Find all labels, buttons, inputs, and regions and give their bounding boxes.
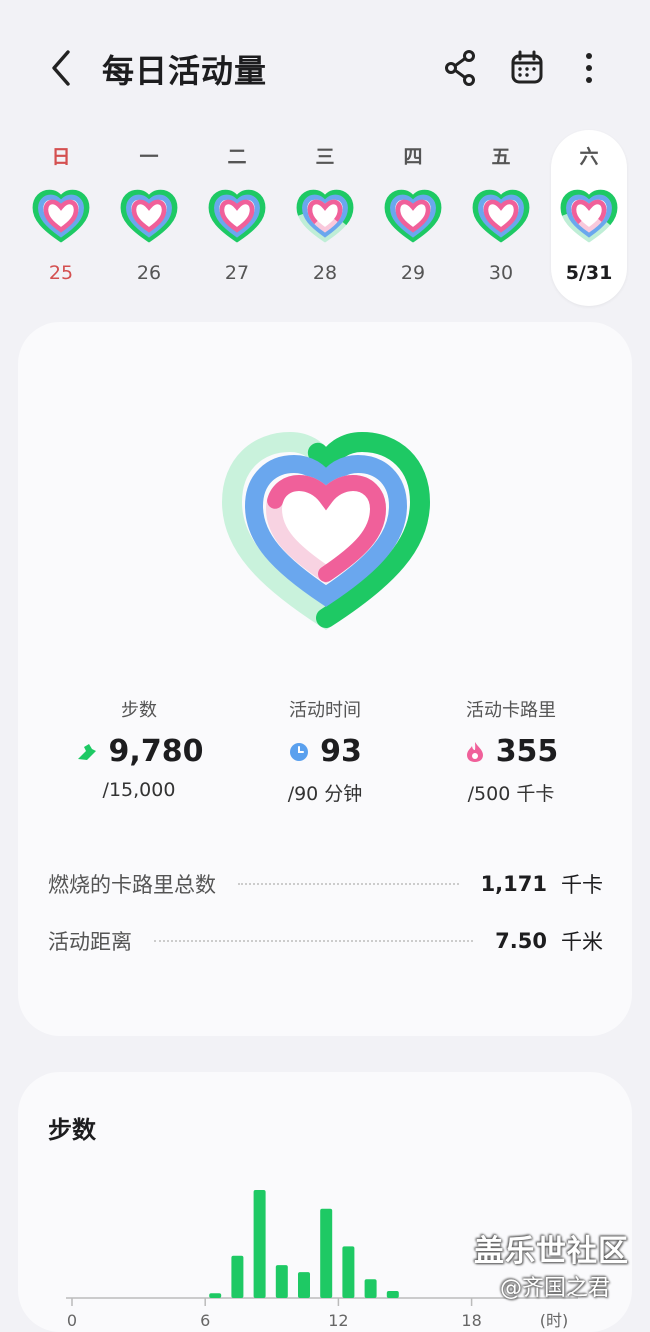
chart-bar — [386, 1290, 399, 1298]
chart-tick-label: 6 — [200, 1311, 210, 1330]
chart-tick-label: 0 — [67, 1311, 77, 1330]
activity-heart-icon — [118, 188, 180, 246]
calendar-icon[interactable] — [509, 48, 545, 88]
active-distance-label: 活动距离 — [48, 930, 132, 954]
day-thu[interactable]: 四 29 — [375, 130, 451, 306]
chart-bar — [320, 1208, 333, 1298]
chart-bar — [342, 1246, 355, 1298]
day-sun[interactable]: 日 25 — [23, 130, 99, 306]
steps-stat[interactable]: 步数 9,780 /15,000 — [39, 696, 239, 801]
day-date: 25 — [48, 262, 74, 284]
active-calories-label: 活动卡路里 — [466, 700, 556, 721]
chart-tick-label: (时) — [540, 1311, 569, 1330]
chart-bar — [253, 1190, 266, 1298]
steps-card-title: 步数 — [48, 1116, 96, 1144]
activity-rings-heart — [221, 431, 431, 630]
activity-heart-icon — [30, 188, 92, 246]
day-name: 日 — [51, 146, 71, 168]
total-calories-label: 燃烧的卡路里总数 — [48, 873, 216, 897]
day-date: 26 — [136, 262, 162, 284]
total-calories-row: 燃烧的卡路里总数 1,171 千卡 — [48, 868, 603, 900]
day-name: 三 — [315, 146, 335, 168]
flame-icon — [466, 741, 483, 762]
active-calories-stat[interactable]: 活动卡路里 355 /500 千卡 — [411, 696, 611, 806]
dotted-leader — [154, 940, 474, 942]
total-calories-value: 1,171 — [480, 872, 547, 896]
day-name: 四 — [403, 146, 423, 168]
week-selector: 日 25 一 26 二 27 三 28 四 29 五 30 六 5/31 — [0, 130, 650, 310]
dotted-leader — [238, 883, 459, 885]
chart-tick-label: 12 — [328, 1311, 348, 1330]
active-time-goal: /90 分钟 — [287, 783, 363, 805]
day-name: 二 — [227, 146, 247, 168]
activity-summary-card: 步数 9,780 /15,000 活动时间 93 /90 分钟 活动卡路里 35… — [18, 322, 632, 1036]
day-date: 28 — [312, 262, 338, 284]
steps-value: 9,780 — [108, 734, 204, 769]
day-fri[interactable]: 五 30 — [463, 130, 539, 306]
share-icon[interactable] — [442, 48, 478, 88]
activity-heart-icon — [294, 188, 356, 246]
active-distance-unit: 千米 — [561, 930, 603, 954]
total-calories-unit: 千卡 — [561, 873, 603, 897]
active-distance-row: 活动距离 7.50 千米 — [48, 925, 603, 957]
day-date: 29 — [400, 262, 426, 284]
active-time-stat[interactable]: 活动时间 93 /90 分钟 — [225, 696, 425, 806]
day-date: 5/31 — [565, 262, 613, 284]
chart-bar — [364, 1279, 377, 1298]
chart-bar — [209, 1293, 222, 1298]
chart-tick-label: 18 — [461, 1311, 481, 1330]
chart-bar — [275, 1265, 288, 1298]
activity-heart-icon — [206, 188, 268, 246]
activity-heart-icon — [470, 188, 532, 246]
active-calories-goal: /500 千卡 — [467, 783, 555, 805]
day-sat-selected[interactable]: 六 5/31 — [551, 130, 627, 306]
active-time-value: 93 — [320, 734, 362, 769]
day-date: 30 — [488, 262, 514, 284]
chevron-left-icon[interactable] — [44, 46, 80, 90]
page-title: 每日活动量 — [102, 52, 268, 90]
active-time-label: 活动时间 — [289, 700, 361, 721]
active-calories-value: 355 — [495, 734, 559, 769]
chart-bar — [298, 1272, 310, 1298]
steps-goal: /15,000 — [102, 779, 176, 801]
watermark-title: 盖乐世社区 — [474, 1234, 629, 1269]
activity-heart-icon — [382, 188, 444, 246]
chart-bar — [231, 1255, 244, 1298]
day-tue[interactable]: 二 27 — [199, 130, 275, 306]
day-name: 六 — [579, 146, 599, 168]
steps-label: 步数 — [121, 700, 157, 721]
day-mon[interactable]: 一 26 — [111, 130, 187, 306]
more-vertical-icon[interactable] — [571, 48, 607, 88]
day-name: 五 — [491, 146, 511, 168]
day-wed[interactable]: 三 28 — [287, 130, 363, 306]
clock-icon — [290, 742, 309, 761]
watermark-author: @齐国之君 — [500, 1276, 611, 1301]
active-distance-value: 7.50 — [495, 929, 547, 953]
activity-heart-icon — [558, 188, 620, 246]
day-date: 27 — [224, 262, 250, 284]
app-header: 每日活动量 — [0, 0, 650, 130]
shoe-icon — [77, 743, 96, 760]
day-name: 一 — [139, 146, 159, 168]
